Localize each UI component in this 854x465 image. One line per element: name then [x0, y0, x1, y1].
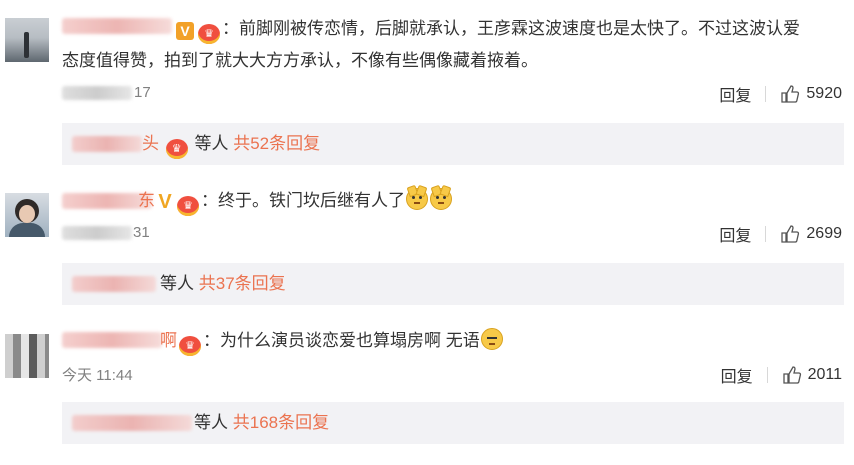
like-button[interactable]: 2011	[782, 366, 842, 384]
comment-item: 东 V ♛ ：终于。铁门坎后继有人了 31 回复 2699 等人 共37条回复	[0, 175, 854, 320]
comment-item: 啊 ♛ ：为什么演员谈恋爱也算塌房啊 无语 今天 11:44 回复 2011 等人 共…	[0, 320, 854, 465]
avatar-figure	[24, 32, 29, 58]
reply-button[interactable]: 回复	[719, 228, 751, 245]
blurred-reply-users	[72, 276, 156, 292]
reply-suffix: 等人	[194, 413, 228, 432]
divider	[766, 367, 768, 383]
timestamp: 17	[134, 84, 151, 101]
avatar[interactable]	[5, 18, 49, 62]
comment-text-line2: 态度值得赞，拍到了就大大方方承认，不像有些偶像藏着掖着。	[62, 51, 538, 70]
crown-icon: ♛	[198, 24, 220, 44]
divider	[765, 86, 767, 102]
comment-actions: 回复 2011	[721, 363, 842, 387]
like-count: 2011	[807, 366, 842, 383]
comment-body: ：终于。铁门坎后继有人了	[201, 191, 405, 210]
reply-count-link[interactable]: 共52条回复	[233, 134, 320, 153]
doge-emoji-icon	[406, 188, 428, 210]
reply-summary[interactable]: 头 ♛ 等人 共52条回复	[62, 123, 844, 165]
verified-icon: V	[176, 22, 194, 40]
comment-text: 东 V ♛ ：终于。铁门坎后继有人了	[62, 188, 453, 216]
like-count: 5920	[806, 85, 842, 102]
divider	[765, 226, 767, 242]
crown-icon: ♛	[177, 196, 199, 216]
crown-icon: ♛	[165, 139, 188, 159]
reply-user-fragment: 头	[142, 134, 159, 153]
thumb-up-icon	[781, 225, 800, 243]
reply-summary[interactable]: 等人 共168条回复	[62, 402, 844, 444]
doge-emoji-icon	[430, 188, 452, 210]
speechless-emoji-icon	[480, 328, 503, 350]
comment-actions: 回复 2699	[719, 222, 842, 246]
avatar[interactable]	[5, 193, 49, 237]
verified-icon: V	[158, 191, 172, 213]
blurred-timestamp	[62, 86, 132, 100]
reply-button[interactable]: 回复	[719, 88, 751, 105]
thumb-up-icon	[781, 85, 800, 103]
blurred-reply-users	[72, 415, 192, 431]
reply-suffix: 等人	[160, 274, 194, 293]
like-button[interactable]: 2699	[780, 225, 842, 243]
like-count: 2699	[806, 225, 842, 242]
timestamp: 31	[133, 224, 150, 241]
comment-item: V ♛ ：前脚刚被传恋情，后脚就承认，王彦霖这波速度也是太快了。不过这波认爱 态度值…	[0, 0, 854, 175]
like-button[interactable]: 5920	[780, 85, 842, 103]
blurred-reply-users	[72, 136, 142, 152]
comment-text: V ♛ ：前脚刚被传恋情，后脚就承认，王彦霖这波速度也是太快了。不过这波认爱	[62, 16, 800, 44]
comment-body: ：为什么演员谈恋爱也算塌房啊 无语	[203, 331, 480, 350]
reply-count-link[interactable]: 共37条回复	[199, 274, 286, 293]
avatar-body	[9, 223, 45, 237]
username-fragment[interactable]: 东	[138, 191, 155, 210]
avatar-face	[19, 205, 35, 223]
timestamp: 今天 11:44	[62, 367, 133, 384]
reply-button[interactable]: 回复	[721, 369, 753, 386]
blurred-timestamp	[62, 226, 132, 240]
crown-icon: ♛	[179, 336, 201, 356]
avatar[interactable]	[5, 334, 49, 378]
comment-text-line1: ：前脚刚被传恋情，后脚就承认，王彦霖这波速度也是太快了。不过这波认爱	[222, 19, 800, 38]
username-fragment[interactable]: 啊	[160, 331, 177, 350]
comment-actions: 回复 5920	[719, 82, 842, 106]
thumb-up-icon	[782, 366, 801, 384]
reply-suffix: 等人	[194, 134, 229, 153]
reply-count-link[interactable]: 共168条回复	[233, 413, 329, 432]
comment-text: 啊 ♛ ：为什么演员谈恋爱也算塌房啊 无语	[62, 328, 504, 356]
reply-summary[interactable]: 等人 共37条回复	[62, 263, 844, 305]
